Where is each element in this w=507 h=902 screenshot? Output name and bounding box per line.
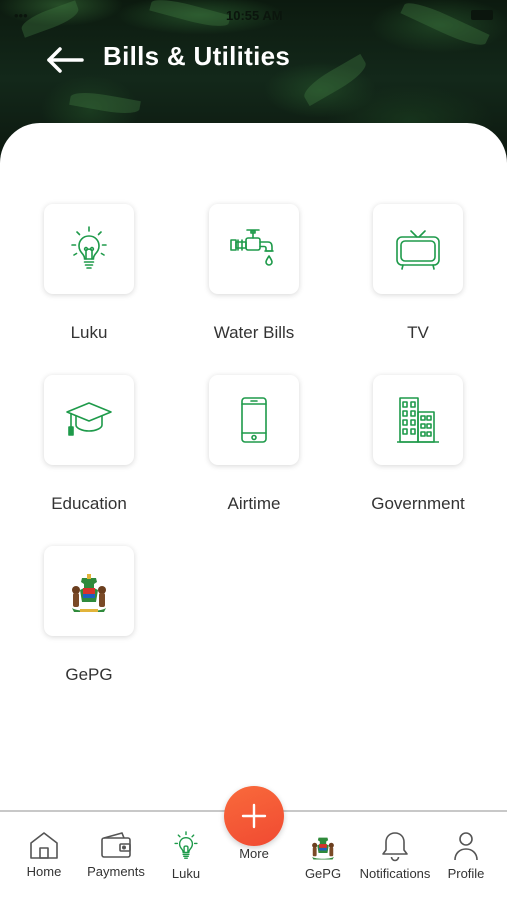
service-icon-box xyxy=(44,204,134,294)
service-tile-gepg[interactable]: GePG xyxy=(4,546,174,685)
arrow-left-icon xyxy=(47,47,84,73)
service-tile-airtime[interactable]: Airtime xyxy=(169,375,339,514)
service-tile-government[interactable]: Government xyxy=(333,375,503,514)
nav-label: Home xyxy=(26,864,62,879)
water-tap-icon xyxy=(230,229,274,266)
nav-label: Luku xyxy=(171,866,201,881)
service-tile-tv[interactable]: TV xyxy=(333,204,503,343)
service-label: Airtime xyxy=(227,494,281,513)
service-icon-box xyxy=(209,204,299,294)
building-icon xyxy=(397,397,439,443)
back-button[interactable] xyxy=(44,44,88,76)
lightbulb-icon xyxy=(71,226,107,269)
nav-label: Payments xyxy=(87,864,145,879)
service-label: TV xyxy=(407,323,429,342)
nav-item-home[interactable]: Home xyxy=(8,830,80,879)
service-label: Education xyxy=(51,494,127,513)
mobile-phone-icon xyxy=(241,397,267,443)
status-bar: ••• 10:55 AM xyxy=(0,6,507,26)
coat-of-arms-icon xyxy=(72,574,106,612)
battery-icon xyxy=(471,10,493,20)
nav-label: Profile xyxy=(447,866,485,881)
service-icon-box xyxy=(44,546,134,636)
plus-icon xyxy=(241,803,267,829)
service-label: GePG xyxy=(65,665,113,684)
nav-label: Notifications xyxy=(359,866,431,881)
coat-of-arms-icon xyxy=(312,837,334,860)
page-title: Bills & Utilities xyxy=(103,41,291,71)
lightbulb-icon xyxy=(174,831,198,859)
signal-icon: ••• xyxy=(14,8,28,23)
graduation-cap-icon xyxy=(66,402,112,436)
nav-item-payments[interactable]: Payments xyxy=(80,830,152,879)
service-icon-box xyxy=(373,204,463,294)
service-label: Water Bills xyxy=(213,323,295,342)
bell-icon xyxy=(382,832,408,862)
service-tile-education[interactable]: Education xyxy=(4,375,174,514)
service-tile-water-bills[interactable]: Water Bills xyxy=(169,204,339,343)
service-icon-box xyxy=(209,375,299,465)
more-label: More xyxy=(239,846,269,861)
tv-icon xyxy=(396,230,440,270)
service-label: Luku xyxy=(70,323,108,342)
service-label: Government xyxy=(371,494,465,513)
service-tile-luku[interactable]: Luku xyxy=(4,204,174,343)
foliage-decoration xyxy=(299,53,371,107)
more-button[interactable] xyxy=(224,786,284,846)
status-time: 10:55 AM xyxy=(226,8,283,23)
nav-item-notifications[interactable]: Notifications xyxy=(354,830,436,881)
services-card: Luku Water Bills TV Education Airtime Go… xyxy=(0,123,507,813)
nav-item-gepg[interactable]: GePG xyxy=(287,830,359,881)
user-icon xyxy=(454,832,478,861)
nav-item-luku[interactable]: Luku xyxy=(150,830,222,881)
wallet-icon xyxy=(101,832,131,858)
nav-label: GePG xyxy=(304,866,342,881)
nav-item-profile[interactable]: Profile xyxy=(430,830,502,881)
service-icon-box xyxy=(44,375,134,465)
service-icon-box xyxy=(373,375,463,465)
foliage-decoration xyxy=(69,89,141,117)
home-icon xyxy=(30,832,58,859)
